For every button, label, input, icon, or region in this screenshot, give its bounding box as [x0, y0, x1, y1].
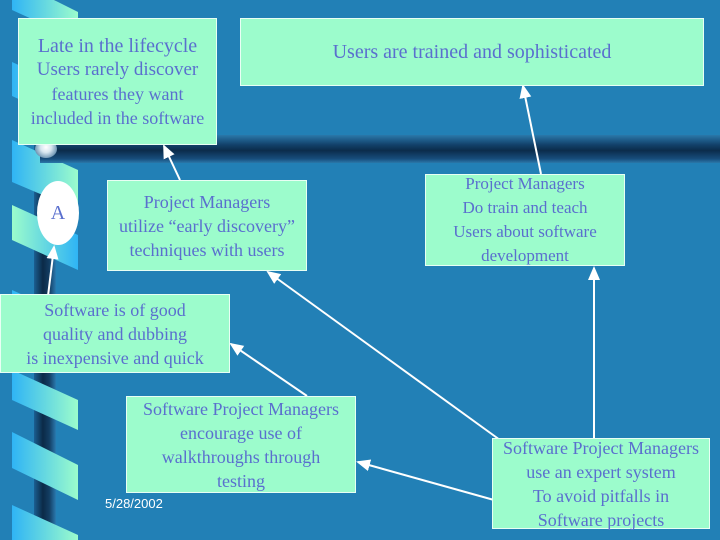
arrow-train-teach-to-users-trained [519, 84, 542, 175]
box-line: walkthroughs through [161, 446, 321, 467]
box-line: techniques with users [129, 239, 285, 260]
arrow-early-discovery-to-late-lifecycle [163, 144, 181, 181]
box-line: Do train and teach [462, 198, 588, 217]
box-line: Software projects [537, 509, 665, 530]
box-line: encourage use of [180, 422, 302, 443]
box-line: Software is of good [44, 299, 186, 320]
box-expert-system: Software Project Managers use an expert … [492, 437, 710, 530]
box-line: Users rarely discover [36, 58, 199, 80]
box-line: To avoid pitfalls in [532, 485, 670, 506]
arrow-good-quality-to-oval [46, 245, 59, 297]
box-line: testing [217, 470, 265, 491]
box-line: use an expert system [526, 461, 676, 482]
arrow-expert-to-walkthroughs [356, 459, 495, 501]
slide-date: 5/28/2002 [105, 496, 163, 511]
box-line: utilize “early discovery” [119, 215, 295, 236]
box-early-discovery: Project Managers utilize “early discover… [107, 180, 307, 271]
box-train-teach: Project Managers Do train and teach User… [425, 174, 625, 266]
box-users-trained: Users are trained and sophisticated [240, 18, 704, 86]
box-line: quality and dubbing [43, 323, 187, 344]
box-line: development [481, 246, 569, 265]
box-line: Software Project Managers [143, 398, 339, 419]
box-line: included in the software [30, 107, 205, 128]
oval-label: A [50, 201, 66, 224]
box-line: Users about software [453, 222, 597, 241]
box-line: Project Managers [143, 191, 271, 212]
box-late-lifecycle: Late in the lifecycle Users rarely disco… [18, 18, 217, 145]
box-line: features they want [51, 83, 184, 104]
box-line: Users are trained and sophisticated [332, 41, 612, 63]
oval-a: A [37, 181, 79, 245]
box-walkthroughs: Software Project Managers encourage use … [126, 396, 356, 493]
box-good-quality: Software is of good quality and dubbing … [0, 294, 230, 373]
box-line: Software Project Managers [503, 437, 699, 458]
box-line: Late in the lifecycle [37, 34, 198, 57]
arrow-walkthroughs-to-good-quality [229, 342, 308, 397]
box-line: is inexpensive and quick [26, 347, 204, 368]
box-line: Project Managers [465, 174, 585, 193]
